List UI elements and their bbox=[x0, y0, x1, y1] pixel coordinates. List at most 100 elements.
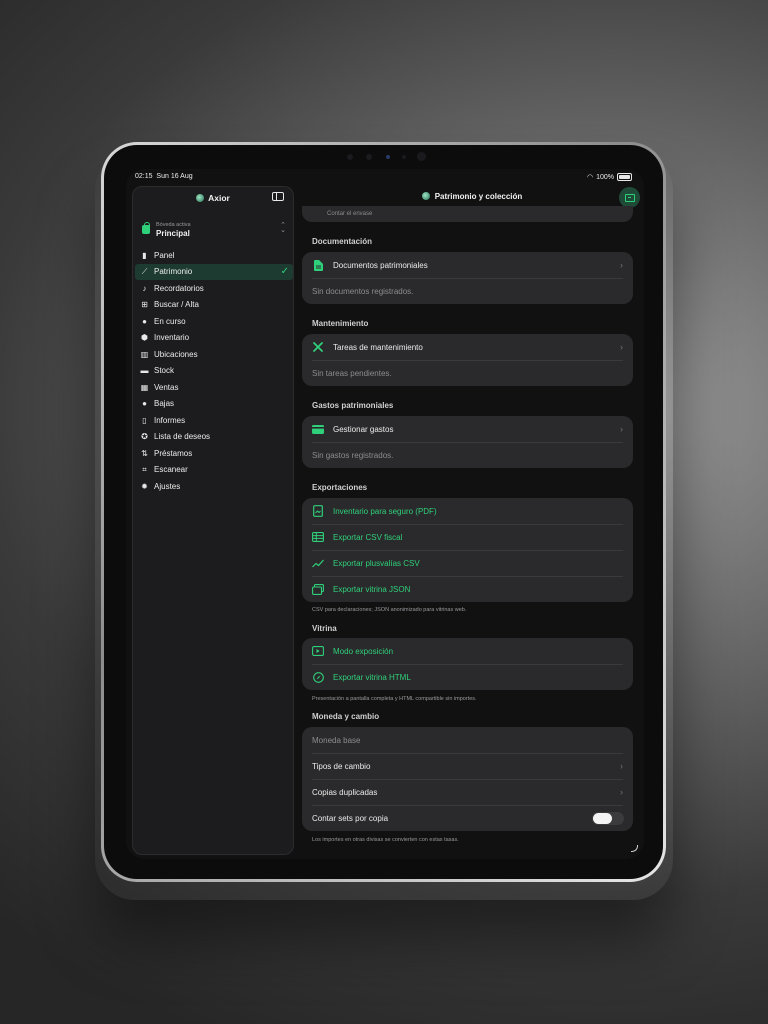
sidebar-item-patrimonio[interactable]: ⟋ Patrimonio ✓ bbox=[135, 263, 293, 280]
contar-sets-toggle[interactable] bbox=[592, 812, 624, 825]
empty-gastos: Sin gastos registrados. bbox=[302, 442, 633, 468]
app-title: Axior bbox=[133, 193, 293, 203]
section-title-gastos: Gastos patrimoniales bbox=[312, 401, 394, 410]
vitrina-footer: Presentación a pantalla completa y HTML … bbox=[312, 696, 477, 702]
arrows-icon: ⇅ bbox=[141, 448, 148, 458]
modo-exposicion-row[interactable]: Modo exposición bbox=[302, 638, 633, 664]
card-exportaciones: Inventario para seguro (PDF) Exportar CS… bbox=[302, 498, 633, 602]
card-documentacion: Documentos patrimoniales › Sin documento… bbox=[302, 252, 633, 304]
empty-tareas: Sin tareas pendientes. bbox=[302, 360, 633, 386]
empty-documentos: Sin documentos registrados. bbox=[302, 278, 633, 304]
card-moneda: Moneda base Tipos de cambio › Copias dup… bbox=[302, 727, 633, 831]
trend-line-icon bbox=[312, 557, 324, 569]
sidebar-item-bajas[interactable]: ● Bajas bbox=[135, 396, 293, 413]
export-vitrina-json-row[interactable]: Exportar vitrina JSON bbox=[302, 576, 633, 602]
contar-sets-row: Contar sets por copia bbox=[302, 805, 633, 831]
moneda-footer: Los importes en otras divisas se convier… bbox=[312, 837, 459, 843]
credit-card-icon bbox=[312, 423, 324, 435]
chevron-right-icon: › bbox=[620, 424, 623, 434]
copias-duplicadas-row[interactable]: Copias duplicadas › bbox=[302, 779, 633, 805]
export-vitrina-html-row[interactable]: Exportar vitrina HTML bbox=[302, 664, 633, 690]
map-icon: ▥ bbox=[140, 349, 149, 359]
progress-circle-icon: ● bbox=[142, 316, 147, 326]
section-title-moneda: Moneda y cambio bbox=[312, 712, 380, 721]
grid-icon: ⊞ bbox=[141, 300, 148, 310]
export-plusvalias-row[interactable]: Exportar plusvalías CSV bbox=[302, 550, 633, 576]
section-title-vitrina: Vitrina bbox=[312, 624, 337, 633]
section-title-documentacion: Documentación bbox=[312, 237, 373, 246]
camera-sensor bbox=[402, 155, 406, 159]
sidebar-item-escanear[interactable]: ⌗ Escanear bbox=[135, 462, 293, 479]
chevron-updown-icon: ⌃ ⌄ bbox=[280, 222, 286, 234]
gear-icon: ✹ bbox=[141, 481, 148, 491]
sidebar-item-informes[interactable]: ▯ Informes bbox=[135, 412, 293, 429]
checkmark-icon: ✓ bbox=[280, 265, 289, 277]
sidebar-toggle-icon[interactable] bbox=[272, 192, 284, 201]
status-time: 02:15 Sun 16 Aug bbox=[135, 173, 193, 180]
sidebar-item-stock[interactable]: ▬ Stock bbox=[135, 363, 293, 380]
camera-lens bbox=[386, 155, 390, 159]
chevron-right-icon: › bbox=[620, 761, 623, 771]
chart-bar-icon: ▮ bbox=[142, 250, 147, 260]
chevron-right-icon: › bbox=[620, 787, 623, 797]
card-vitrina: Modo exposición Exportar vitrina HTML bbox=[302, 638, 633, 690]
section-title-exportaciones: Exportaciones bbox=[312, 483, 368, 492]
export-insurance-pdf-row[interactable]: Inventario para seguro (PDF) bbox=[302, 498, 633, 524]
sidebar-item-inventario[interactable]: ⬢ Inventario bbox=[135, 330, 293, 347]
photo-document-icon bbox=[312, 505, 324, 517]
sidebar-item-en-curso[interactable]: ● En curso bbox=[135, 313, 293, 330]
sidebar-item-ventas[interactable]: ▦ Ventas bbox=[135, 379, 293, 396]
globe-icon bbox=[196, 194, 205, 202]
archive-box-icon: ▬ bbox=[140, 366, 149, 376]
sidebar-item-recordatorios[interactable]: ♪ Recordatorios bbox=[135, 280, 293, 297]
star-circle-icon: ✪ bbox=[141, 432, 148, 442]
sidebar-header: Axior bbox=[133, 187, 293, 209]
partial-row: Contar el envase bbox=[327, 211, 373, 217]
card-gastos: Gestionar gastos › Sin gastos registrado… bbox=[302, 416, 633, 468]
export-csv-fiscal-row[interactable]: Exportar CSV fiscal bbox=[302, 524, 633, 550]
main-header: Patrimonio y colección bbox=[300, 186, 644, 208]
sidebar-item-lista-deseos[interactable]: ✪ Lista de deseos bbox=[135, 429, 293, 446]
vault-label: Bóveda activa bbox=[156, 222, 191, 228]
play-screen-icon bbox=[312, 645, 324, 657]
tareas-mantenimiento-row[interactable]: Tareas de mantenimiento › bbox=[302, 334, 633, 360]
documentos-patrimoniales-row[interactable]: Documentos patrimoniales › bbox=[302, 252, 633, 278]
status-bar: 02:15 Sun 16 Aug ◠ 100% bbox=[126, 169, 644, 185]
sidebar-item-ubicaciones[interactable]: ▥ Ubicaciones bbox=[135, 346, 293, 363]
vault-name: Principal bbox=[156, 229, 190, 238]
sidebar-nav: ▮ Panel ⟋ Patrimonio ✓ ♪ Recordatorios ⊞ Busc… bbox=[135, 247, 293, 495]
chevron-right-icon: › bbox=[620, 260, 623, 270]
tipos-de-cambio-row[interactable]: Tipos de cambio › bbox=[302, 753, 633, 779]
camera-sensor bbox=[347, 154, 353, 160]
status-right: ◠ 100% bbox=[587, 173, 632, 181]
coin-icon: ● bbox=[142, 399, 147, 409]
gestionar-gastos-row[interactable]: Gestionar gastos › bbox=[302, 416, 633, 442]
scan-icon: ⌗ bbox=[142, 464, 147, 474]
wifi-icon: ◠ bbox=[586, 174, 594, 181]
sidebar-item-ajustes[interactable]: ✹ Ajustes bbox=[135, 478, 293, 495]
sidebar-item-panel[interactable]: ▮ Panel bbox=[135, 247, 293, 264]
photo-stack-icon bbox=[312, 583, 324, 595]
lock-icon bbox=[142, 222, 150, 234]
document-icon: ▯ bbox=[142, 415, 147, 425]
barcode-icon: ▦ bbox=[140, 382, 149, 392]
sidebar-item-prestamos[interactable]: ⇅ Préstamos bbox=[135, 445, 293, 462]
page-title: Patrimonio y colección bbox=[300, 192, 644, 201]
vault-selector[interactable]: Bóveda activa Principal ⌃ ⌄ bbox=[140, 220, 290, 242]
exportaciones-footer: CSV para declaraciones; JSON anonimizado… bbox=[312, 607, 467, 613]
card-mantenimiento: Tareas de mantenimiento › Sin tareas pen… bbox=[302, 334, 633, 386]
section-title-mantenimiento: Mantenimiento bbox=[312, 319, 369, 328]
document-icon bbox=[312, 259, 324, 271]
scan-icon bbox=[624, 193, 635, 202]
tools-icon bbox=[312, 341, 324, 353]
moneda-base-row[interactable]: Moneda base bbox=[302, 727, 633, 753]
battery-percent: 100% bbox=[596, 173, 614, 181]
battery-icon bbox=[617, 173, 632, 181]
table-icon bbox=[312, 531, 324, 543]
bell-icon: ♪ bbox=[142, 283, 147, 293]
line-chart-icon: ⟋ bbox=[141, 266, 148, 276]
scan-button[interactable] bbox=[619, 187, 640, 208]
cube-icon: ⬢ bbox=[141, 333, 148, 343]
partial-card: Contar el envase bbox=[302, 206, 633, 222]
sidebar-item-buscar[interactable]: ⊞ Buscar / Alta bbox=[135, 297, 293, 314]
